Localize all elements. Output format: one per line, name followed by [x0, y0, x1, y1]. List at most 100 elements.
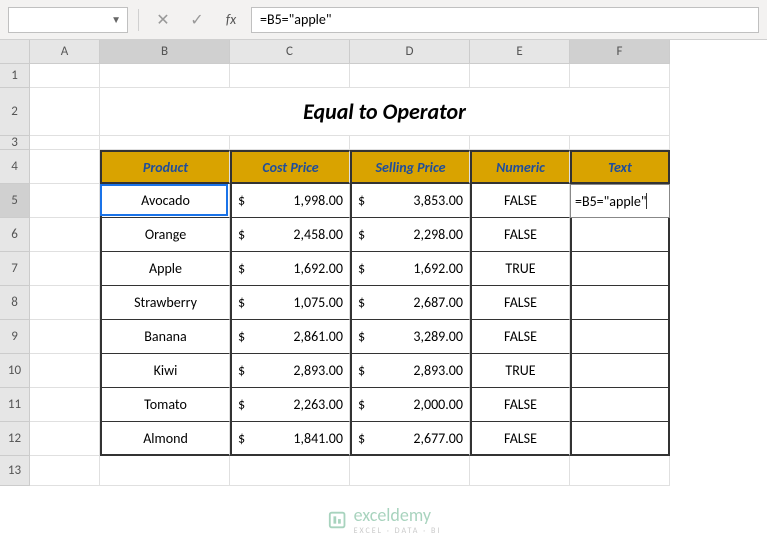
text-cell[interactable] [570, 218, 670, 252]
text-cell[interactable] [570, 388, 670, 422]
table-header[interactable]: Text [570, 150, 670, 184]
numeric-cell[interactable]: TRUE [470, 354, 570, 388]
cell[interactable] [30, 88, 100, 136]
product-cell[interactable]: Kiwi [100, 354, 230, 388]
cell[interactable] [230, 136, 350, 150]
cell[interactable] [100, 136, 230, 150]
cell[interactable] [30, 320, 100, 354]
cell[interactable] [230, 456, 350, 486]
selling-cell[interactable]: $2,687.00 [350, 286, 470, 320]
cells-area[interactable]: Equal to Operator ProductCost PriceSellin… [30, 64, 670, 486]
name-box[interactable]: ▼ [8, 7, 128, 33]
column-header[interactable]: E [470, 40, 570, 64]
cell[interactable] [30, 354, 100, 388]
cost-cell[interactable]: $1,998.00 [230, 184, 350, 218]
cell[interactable] [30, 150, 100, 184]
numeric-cell[interactable]: FALSE [470, 320, 570, 354]
selling-cell[interactable]: $3,853.00 [350, 184, 470, 218]
cell[interactable] [30, 64, 100, 88]
table-header[interactable]: Numeric [470, 150, 570, 184]
cell[interactable] [30, 388, 100, 422]
numeric-cell[interactable]: FALSE [470, 388, 570, 422]
text-cell[interactable] [570, 286, 670, 320]
table-header[interactable]: Selling Price [350, 150, 470, 184]
row-header[interactable]: 3 [0, 136, 30, 150]
select-all-corner[interactable] [0, 40, 30, 64]
selling-cell[interactable]: $2,298.00 [350, 218, 470, 252]
column-header[interactable]: B [100, 40, 230, 64]
cost-cell[interactable]: $1,841.00 [230, 422, 350, 456]
product-cell[interactable]: Strawberry [100, 286, 230, 320]
cell[interactable] [30, 286, 100, 320]
cell[interactable] [470, 456, 570, 486]
cell[interactable] [30, 184, 100, 218]
column-header[interactable]: A [30, 40, 100, 64]
cell[interactable] [350, 64, 470, 88]
formula-bar[interactable]: =B5="apple" [251, 7, 759, 33]
chevron-down-icon[interactable]: ▼ [111, 13, 121, 26]
cell[interactable] [30, 218, 100, 252]
product-cell[interactable]: Avocado [100, 184, 230, 218]
cell[interactable]: Equal to Operator [100, 88, 670, 136]
selling-cell[interactable]: $3,289.00 [350, 320, 470, 354]
cost-cell[interactable]: $1,692.00 [230, 252, 350, 286]
numeric-cell[interactable]: FALSE [470, 286, 570, 320]
row-header[interactable]: 10 [0, 354, 30, 388]
cell[interactable] [350, 456, 470, 486]
row-header[interactable]: 5 [0, 184, 30, 218]
product-cell[interactable]: Tomato [100, 388, 230, 422]
product-cell[interactable]: Almond [100, 422, 230, 456]
column-header[interactable]: C [230, 40, 350, 64]
row-header[interactable]: 13 [0, 456, 30, 486]
numeric-cell[interactable]: FALSE [470, 218, 570, 252]
fx-icon[interactable]: fx [217, 7, 245, 33]
editing-cell[interactable]: =B5="apple" [570, 184, 670, 218]
selling-cell[interactable]: $1,692.00 [350, 252, 470, 286]
column-header[interactable]: F [570, 40, 670, 64]
selling-cell[interactable]: $2,893.00 [350, 354, 470, 388]
product-cell[interactable]: Apple [100, 252, 230, 286]
cell[interactable] [570, 456, 670, 486]
row-header[interactable]: 8 [0, 286, 30, 320]
confirm-icon[interactable]: ✓ [183, 7, 211, 33]
numeric-cell[interactable]: TRUE [470, 252, 570, 286]
product-cell[interactable]: Orange [100, 218, 230, 252]
cost-cell[interactable]: $1,075.00 [230, 286, 350, 320]
text-cell[interactable] [570, 252, 670, 286]
row-header[interactable]: 2 [0, 88, 30, 136]
cost-cell[interactable]: $2,458.00 [230, 218, 350, 252]
text-cell[interactable] [570, 422, 670, 456]
row-header[interactable]: 6 [0, 218, 30, 252]
cell[interactable] [350, 136, 470, 150]
numeric-cell[interactable]: FALSE [470, 184, 570, 218]
cell[interactable] [30, 252, 100, 286]
cell[interactable] [30, 422, 100, 456]
selling-cell[interactable]: $2,677.00 [350, 422, 470, 456]
row-header[interactable]: 7 [0, 252, 30, 286]
cell[interactable] [100, 456, 230, 486]
cost-cell[interactable]: $2,893.00 [230, 354, 350, 388]
cell[interactable] [570, 64, 670, 88]
table-header[interactable]: Product [100, 150, 230, 184]
cell[interactable] [570, 136, 670, 150]
product-cell[interactable]: Banana [100, 320, 230, 354]
cost-cell[interactable]: $2,861.00 [230, 320, 350, 354]
cell[interactable] [470, 136, 570, 150]
text-cell[interactable] [570, 320, 670, 354]
cell[interactable] [470, 64, 570, 88]
text-cell[interactable] [570, 354, 670, 388]
row-header[interactable]: 4 [0, 150, 30, 184]
row-header[interactable]: 11 [0, 388, 30, 422]
numeric-cell[interactable]: FALSE [470, 422, 570, 456]
cell[interactable] [30, 136, 100, 150]
cost-cell[interactable]: $2,263.00 [230, 388, 350, 422]
cell[interactable] [100, 64, 230, 88]
row-header[interactable]: 12 [0, 422, 30, 456]
cell[interactable] [30, 456, 100, 486]
column-header[interactable]: D [350, 40, 470, 64]
cancel-icon[interactable]: ✕ [149, 7, 177, 33]
row-header[interactable]: 1 [0, 64, 30, 88]
cell[interactable] [230, 64, 350, 88]
table-header[interactable]: Cost Price [230, 150, 350, 184]
row-header[interactable]: 9 [0, 320, 30, 354]
